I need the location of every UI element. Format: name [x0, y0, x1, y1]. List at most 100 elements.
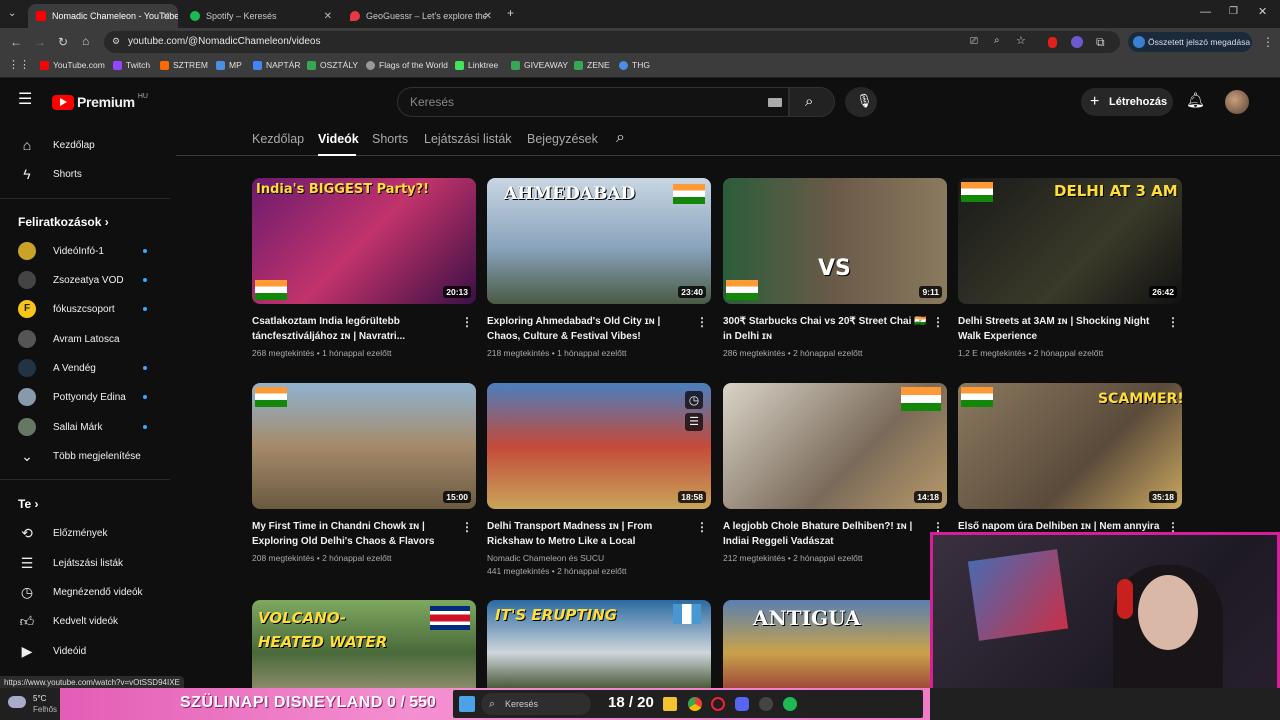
sidebar-item-liked[interactable]: 👍︎ Kedvelt videók	[0, 608, 165, 634]
tab-playlists[interactable]: Lejátszási listák	[424, 132, 512, 146]
browser-tab-spotify[interactable]: Spotify – Keresés ✕	[182, 4, 340, 28]
bookmark-star-icon[interactable]: ☆	[1016, 36, 1026, 47]
close-icon[interactable]: ✕	[484, 11, 492, 22]
windows-start-icon[interactable]	[459, 696, 475, 712]
extensions-icon[interactable]: ⧉	[1096, 36, 1105, 48]
video-title[interactable]: My First Time in Chandni Chowk ɪɴ | Expl…	[252, 519, 457, 549]
video-channel[interactable]: Nomadic Chameleon és SUCU	[487, 552, 711, 564]
site-info-icon[interactable]: ⚙	[112, 37, 120, 46]
more-actions-icon[interactable]: ⋮	[696, 315, 708, 329]
tab-videos[interactable]: Videók	[318, 132, 359, 146]
notifications-bell-icon[interactable]: 🔔︎	[1186, 93, 1205, 108]
video-thumbnail[interactable]: 14:18	[723, 383, 947, 509]
video-thumbnail[interactable]: IT'S ERUPTING	[487, 600, 711, 688]
video-card[interactable]: 15:00 My First Time in Chandni Chowk ɪɴ …	[252, 383, 476, 564]
profile-button[interactable]: Összetett jelszó megadása	[1128, 32, 1252, 52]
sidebar-item-your-videos[interactable]: ▶ Videóid	[0, 638, 165, 664]
sidebar-sub-fokuszcsoport[interactable]: Ffókuszcsoport	[0, 296, 165, 322]
minimize-icon[interactable]: —	[1200, 7, 1211, 18]
video-title[interactable]: Delhi Streets at 3AM ɪɴ | Shocking Night…	[958, 314, 1163, 344]
sidebar-item-watch-later[interactable]: ◷ Megnézendő videók	[0, 579, 165, 605]
more-actions-icon[interactable]: ⋮	[696, 520, 708, 534]
video-card[interactable]: IT'S ERUPTING	[487, 600, 711, 688]
tab-shorts[interactable]: Shorts	[372, 132, 408, 146]
more-actions-icon[interactable]: ⋮	[932, 315, 944, 329]
browser-tab-geoguessr[interactable]: GeoGuessr – Let's explore the w... ✕	[342, 4, 500, 28]
sidebar-sub-avram[interactable]: Avram Latosca	[0, 326, 165, 352]
obs-icon[interactable]	[759, 697, 773, 711]
video-title[interactable]: Csatlakoztam India legőrültebb táncfeszt…	[252, 314, 457, 344]
sidebar-item-home[interactable]: ⌂ Kezdőlap	[0, 132, 165, 158]
apps-grid-icon[interactable]: ⋮⋮	[8, 60, 30, 71]
bookmark-twitch[interactable]: Twitch	[113, 60, 150, 70]
video-thumbnail[interactable]: ◷ ☰ 18:58	[487, 383, 711, 509]
more-actions-icon[interactable]: ⋮	[1167, 315, 1179, 329]
subscriptions-header[interactable]: Feliratkozások ›	[18, 215, 109, 229]
voice-search-button[interactable]: 🎙︎	[845, 87, 877, 117]
new-tab-button[interactable]: +	[507, 7, 514, 19]
taskbar-search[interactable]: ⌕ Keresés	[481, 693, 591, 715]
opera-icon[interactable]	[711, 697, 725, 711]
video-thumbnail[interactable]: ANTIGUA	[723, 600, 947, 688]
you-header[interactable]: Te ›	[18, 497, 38, 511]
chrome-icon[interactable]	[688, 697, 702, 711]
hamburger-menu-icon[interactable]: ☰	[18, 92, 32, 108]
sidebar-item-shorts[interactable]: ϟ Shorts	[0, 161, 165, 187]
video-thumbnail[interactable]: VOLCANO-HEATED WATER	[252, 600, 476, 688]
video-thumbnail[interactable]: DELHI AT 3 AM 26:42	[958, 178, 1182, 304]
video-card[interactable]: VOLCANO-HEATED WATER	[252, 600, 476, 688]
video-title[interactable]: Exploring Ahmedabad's Old City ɪɴ | Chao…	[487, 314, 692, 344]
sidebar-sub-zsozeatya[interactable]: Zsozeatya VOD	[0, 267, 165, 293]
bookmark-osztaly[interactable]: OSZTÁLY	[307, 60, 358, 70]
address-field[interactable]: ⚙ youtube.com/@NomadicChameleon/videos ⎚…	[104, 31, 1120, 53]
video-card[interactable]: SCAMMER! 35:18 Első napom úra Delhiben ɪ…	[958, 383, 1182, 549]
maximize-icon[interactable]: ❐	[1229, 7, 1238, 17]
sidebar-sub-avendeg[interactable]: A Vendég	[0, 355, 165, 381]
bookmark-linktree[interactable]: Linktree	[455, 60, 498, 70]
video-thumbnail[interactable]: 15:00	[252, 383, 476, 509]
keyboard-icon[interactable]	[768, 98, 782, 107]
add-to-queue-icon[interactable]: ☰	[685, 413, 703, 431]
bookmark-zene[interactable]: ZENE	[574, 60, 610, 70]
bookmark-giveaway[interactable]: GIVEAWAY	[511, 60, 568, 70]
window-close-icon[interactable]: ✕	[1258, 7, 1267, 18]
account-avatar[interactable]	[1225, 90, 1249, 114]
more-actions-icon[interactable]: ⋮	[461, 315, 473, 329]
extension-purple-icon[interactable]	[1071, 36, 1083, 48]
video-card[interactable]: India's BIGGEST Party?! 20:13 Csatlakozt…	[252, 178, 476, 359]
sidebar-sub-pottyondy[interactable]: Pottyondy Edina	[0, 384, 165, 410]
close-icon[interactable]: ✕	[162, 11, 170, 22]
browser-tab-youtube[interactable]: Nomadic Chameleon - YouTube ✕	[28, 4, 178, 28]
bookmark-youtube[interactable]: YouTube.com	[40, 60, 105, 70]
sidebar-sub-videoinfo[interactable]: VideóInfó-1	[0, 238, 165, 264]
search-button[interactable]: ⌕	[789, 87, 835, 117]
zoom-icon[interactable]: ⌕	[994, 36, 1000, 46]
video-card[interactable]: VS 9:11 300₹ Starbucks Chai vs 20₹ Stree…	[723, 178, 947, 359]
watch-later-icon[interactable]: ◷	[685, 391, 703, 409]
video-title[interactable]: A legjobb Chole Bhature Delhiben?! ɪɴ | …	[723, 519, 928, 549]
bookmark-flags[interactable]: Flags of the World	[366, 60, 448, 70]
bookmark-naptar[interactable]: NAPTÁR	[253, 60, 300, 70]
bookmark-thg[interactable]: THG	[619, 60, 650, 70]
sidebar-sub-sallai[interactable]: Sallai Márk	[0, 414, 165, 440]
sidebar-item-playlists[interactable]: ☰ Lejátszási listák	[0, 550, 165, 576]
close-icon[interactable]: ✕	[324, 11, 332, 22]
home-icon[interactable]: ⌂	[82, 35, 89, 47]
sidebar-item-history[interactable]: ⟲ Előzmények	[0, 520, 165, 546]
extension-red-icon[interactable]	[1048, 37, 1057, 48]
menu-dots-icon[interactable]: ⋮	[1262, 36, 1274, 48]
video-card[interactable]: ◷ ☰ 18:58 Delhi Transport Madness ɪɴ | F…	[487, 383, 711, 577]
video-thumbnail[interactable]: AHMEDABAD 23:40	[487, 178, 711, 304]
video-thumbnail[interactable]: SCAMMER! 35:18	[958, 383, 1182, 509]
search-input[interactable]: Keresés	[397, 87, 789, 117]
channel-search-icon[interactable]: ⌕	[616, 130, 625, 146]
bookmark-mp[interactable]: MP	[216, 60, 242, 70]
show-more-button[interactable]: ⌄ Több megjelenítése	[0, 443, 165, 469]
spotify-icon[interactable]	[783, 697, 797, 711]
bookmark-sztrem[interactable]: SZTREM	[160, 60, 208, 70]
create-button[interactable]: + Létrehozás	[1081, 88, 1173, 116]
reload-icon[interactable]: ↻	[58, 36, 68, 48]
video-card[interactable]: 14:18 A legjobb Chole Bhature Delhiben?!…	[723, 383, 947, 564]
more-actions-icon[interactable]: ⋮	[461, 520, 473, 534]
forward-icon[interactable]: →	[34, 36, 46, 48]
